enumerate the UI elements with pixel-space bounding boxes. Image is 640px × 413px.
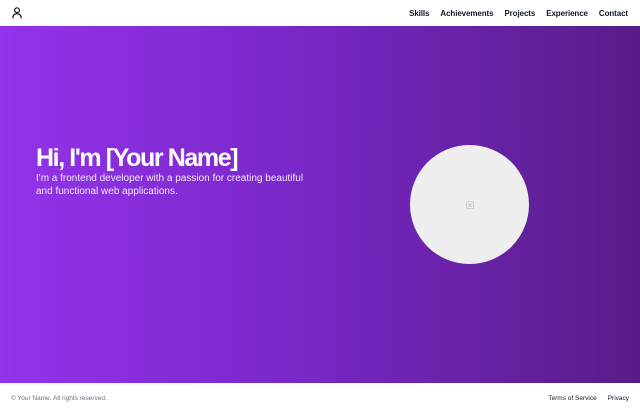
- privacy-link[interactable]: Privacy: [608, 395, 629, 402]
- nav-skills[interactable]: Skills: [409, 9, 429, 18]
- person-icon: [12, 7, 22, 19]
- hero-title: Hi, I'm [Your Name]: [36, 144, 239, 172]
- footer-links: Terms of Service Privacy: [537, 395, 629, 402]
- hero-section: Hi, I'm [Your Name] I'm a frontend devel…: [0, 26, 640, 383]
- broken-image-icon: [465, 200, 474, 209]
- hero-text: Hi, I'm [Your Name] I'm a frontend devel…: [36, 144, 336, 198]
- nav-projects[interactable]: Projects: [504, 9, 535, 18]
- nav-experience[interactable]: Experience: [546, 9, 588, 18]
- hero-subtitle: I'm a frontend developer with a passion …: [36, 173, 304, 197]
- site-header: Skills Achievements Projects Experience …: [0, 0, 640, 26]
- copyright-text: © Your Name. All rights reserved.: [11, 394, 107, 402]
- site-footer: © Your Name. All rights reserved. Terms …: [0, 383, 640, 413]
- terms-link[interactable]: Terms of Service: [548, 395, 596, 402]
- profile-image: [410, 145, 529, 264]
- nav-contact[interactable]: Contact: [599, 9, 628, 18]
- nav-achievements[interactable]: Achievements: [440, 9, 493, 18]
- main-nav: Skills Achievements Projects Experience …: [398, 9, 628, 18]
- logo-link[interactable]: [12, 7, 22, 19]
